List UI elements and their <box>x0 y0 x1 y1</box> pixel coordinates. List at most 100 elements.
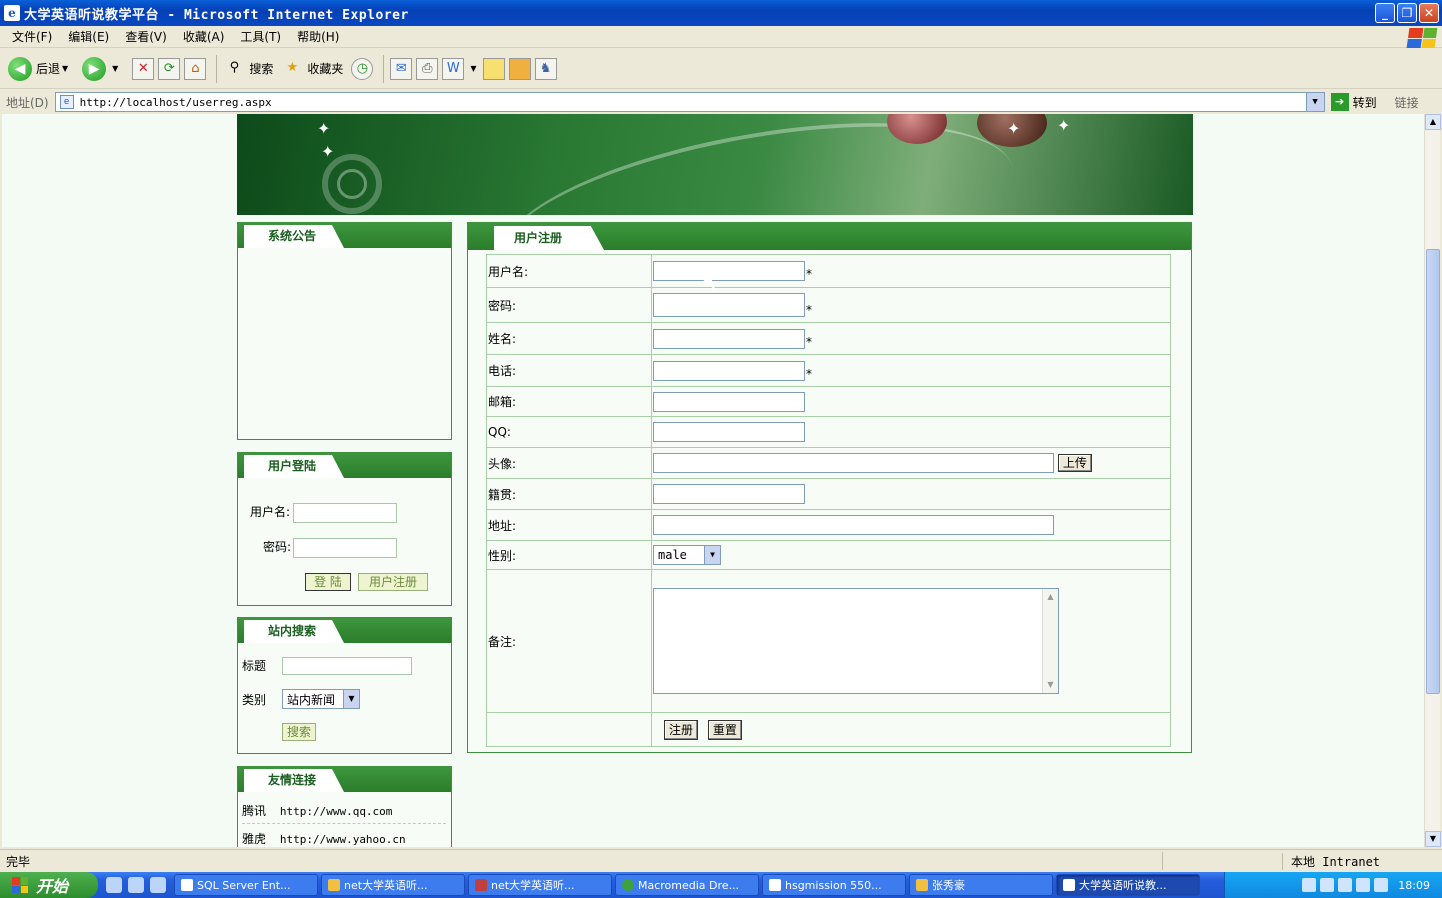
favorites-label: 收藏夹 <box>307 62 344 76</box>
maximize-button[interactable]: ❐ <box>1397 3 1417 23</box>
menu-view[interactable]: 查看(V) <box>117 28 175 45</box>
address-label: 地址(D) <box>6 95 49 110</box>
taskbar-item[interactable]: net大学英语听... <box>468 874 612 896</box>
taskbar-item-active[interactable]: 大学英语听说教... <box>1056 874 1200 896</box>
scroll-up-icon[interactable]: ▲ <box>1425 114 1441 130</box>
login-password-label: 密码: <box>263 540 292 554</box>
messenger-tray-icon[interactable] <box>1374 878 1389 892</box>
submit-register-button[interactable]: 注册 <box>664 719 699 740</box>
link-item[interactable]: 腾讯 http://www.qq.com <box>242 802 446 824</box>
site-search-panel: 站内搜索 标题 类别 站内新闻 ▼ 搜索 <box>237 617 452 754</box>
system-tray: 18:09 <box>1224 872 1442 898</box>
ie-quicklaunch-icon[interactable] <box>106 877 122 893</box>
menu-favorites[interactable]: 收藏(A) <box>175 28 233 45</box>
stop-icon[interactable]: ✕ <box>132 57 155 80</box>
home-icon[interactable]: ⌂ <box>184 57 207 80</box>
register-title: 用户注册 <box>494 226 604 250</box>
network-icon[interactable] <box>1320 878 1335 892</box>
menu-tools[interactable]: 工具(T) <box>232 28 289 45</box>
scroll-up-icon[interactable]: ▲ <box>1043 589 1058 605</box>
title-bar: e 大学英语听说教学平台 - Microsoft Internet Explor… <box>0 0 1442 26</box>
scroll-down-icon[interactable]: ▼ <box>1043 677 1058 693</box>
link-item[interactable]: 雅虎 http://www.yahoo.cn <box>242 830 446 847</box>
address-dropdown-icon[interactable]: ▼ <box>1305 93 1324 111</box>
minimize-button[interactable]: _ <box>1375 3 1395 23</box>
menu-help[interactable]: 帮助(H) <box>289 28 347 45</box>
hometown-input[interactable] <box>653 484 805 504</box>
username-input[interactable] <box>653 261 805 281</box>
close-button[interactable]: ✕ <box>1419 3 1439 23</box>
volume-icon[interactable] <box>1338 878 1353 892</box>
scroll-thumb[interactable] <box>1426 249 1440 694</box>
link-name: 雅虎 <box>242 832 267 846</box>
media-quicklaunch-icon[interactable] <box>150 877 166 893</box>
address-field-input[interactable] <box>653 515 1054 535</box>
avatar-input[interactable] <box>653 453 1054 473</box>
forward-button[interactable]: ▶ ▼ <box>82 56 124 81</box>
taskbar-item[interactable]: hsgmission 550... <box>762 874 906 896</box>
search-type-select[interactable]: 站内新闻 ▼ <box>282 689 360 709</box>
login-username-label: 用户名: <box>250 505 291 519</box>
taskbar-item[interactable]: SQL Server Ent... <box>174 874 318 896</box>
hometown-label: 籍贯: <box>486 478 652 510</box>
required-mark: * <box>806 303 812 317</box>
folder-icon[interactable] <box>508 57 531 80</box>
start-button[interactable]: 开始 <box>0 872 98 898</box>
email-input[interactable] <box>653 391 805 412</box>
shield-icon[interactable] <box>1356 878 1371 892</box>
page-scrollbar[interactable]: ▲ ▼ <box>1424 114 1441 847</box>
print-icon[interactable]: ⎙ <box>416 57 439 80</box>
status-bar: 完毕 本地 Intranet <box>0 849 1442 872</box>
link-url: http://www.yahoo.cn <box>279 833 406 846</box>
back-button[interactable]: ◀ 后退 ▼ <box>8 56 74 81</box>
password-label: 密码: <box>486 287 652 323</box>
phone-input[interactable] <box>653 360 805 381</box>
remark-scrollbar[interactable]: ▲ ▼ <box>1042 589 1058 693</box>
outlook-quicklaunch-icon[interactable] <box>128 877 144 893</box>
favorites-button[interactable]: ★ 收藏夹 <box>281 58 344 80</box>
links-button[interactable]: 链接 <box>1395 94 1419 111</box>
address-input[interactable]: e http://localhost/userreg.aspx ▼ <box>54 92 1325 112</box>
gender-select[interactable]: male ▼ <box>653 545 721 565</box>
taskbar-item[interactable]: 张秀豪 <box>909 874 1053 896</box>
search-title-label: 标题 <box>242 659 267 673</box>
friend-links-panel: 友情连接 腾讯 http://www.qq.com 雅虎 http://www.… <box>237 766 452 847</box>
keyboard-icon[interactable] <box>1302 878 1317 892</box>
ie-icon: e <box>4 5 20 21</box>
edit-dropdown-icon[interactable]: ▼ <box>470 64 476 73</box>
realname-input[interactable] <box>653 328 805 349</box>
menu-file[interactable]: 文件(F) <box>4 28 60 45</box>
history-icon[interactable]: ◷ <box>351 57 374 80</box>
messenger-icon[interactable]: ♞ <box>534 57 557 80</box>
qq-input[interactable] <box>653 422 805 442</box>
taskbar-item[interactable]: Macromedia Dre... <box>615 874 759 896</box>
password-input[interactable] <box>653 293 805 317</box>
scroll-down-icon[interactable]: ▼ <box>1425 831 1441 847</box>
refresh-icon[interactable]: ⟳ <box>158 57 181 80</box>
upload-button[interactable]: 上传 <box>1057 454 1092 472</box>
back-dropdown-icon[interactable]: ▼ <box>62 64 68 73</box>
go-button[interactable]: ➔ 转到 <box>1330 93 1377 111</box>
note-icon[interactable] <box>482 57 505 80</box>
taskbar-item[interactable]: net大学英语听... <box>321 874 465 896</box>
required-mark: * <box>806 334 812 349</box>
search-icon: ⚲ <box>229 59 240 75</box>
mail-icon[interactable]: ✉ <box>390 57 413 80</box>
login-button[interactable]: 登 陆 <box>305 573 351 591</box>
edit-icon[interactable]: W <box>442 57 465 80</box>
forward-dropdown-icon[interactable]: ▼ <box>112 64 118 73</box>
menu-edit[interactable]: 编辑(E) <box>60 28 117 45</box>
reset-button[interactable]: 重置 <box>707 719 742 740</box>
register-form: 用户名: * 密码: * 姓名: * 电话: * 邮箱: QQ: 头像: 上传 … <box>486 254 1171 747</box>
search-title-input[interactable] <box>282 657 412 675</box>
login-password-input[interactable] <box>293 538 397 558</box>
login-username-input[interactable] <box>293 503 397 523</box>
register-panel: 用户注册 用户名: * 密码: * 姓名: * 电话: * 邮箱: QQ: 头像… <box>467 222 1192 753</box>
search-button[interactable]: ⚲ 搜索 <box>223 58 274 80</box>
gender-label: 性别: <box>486 540 652 570</box>
remark-textarea[interactable]: ▲ ▼ <box>653 588 1059 694</box>
search-submit-button[interactable]: 搜索 <box>282 723 316 741</box>
address-field-label: 地址: <box>486 509 652 541</box>
register-link-button[interactable]: 用户注册 <box>358 573 428 591</box>
security-zone: 本地 Intranet <box>1282 852 1442 870</box>
